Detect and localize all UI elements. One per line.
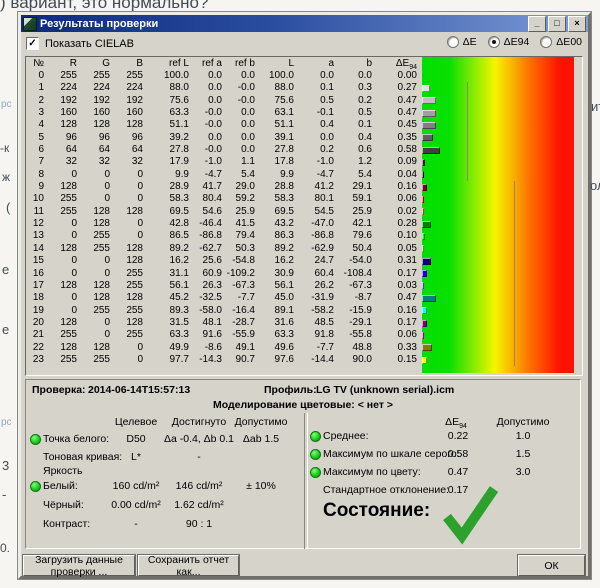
de-column-header: ΔE94 [445,416,467,430]
radio-delta-e[interactable]: ΔE [447,36,477,48]
delta-e-column-header: ΔE94 [374,57,419,70]
max-gray-status-icon [310,449,321,460]
background-text-fragment: - [2,487,6,502]
delta-e-bar [422,159,425,166]
profile-value: LG TV (unknown serial).icm [316,384,454,396]
minimize-button[interactable]: _ [528,16,546,32]
whitepoint-status-icon [30,434,41,445]
app-icon [23,17,37,31]
show-cielab-label: Показать CIELAB [45,38,134,50]
delta-e-bar [422,196,424,203]
show-cielab-checkbox[interactable]: ✓ Показать CIELAB [26,37,134,50]
profile-label: Профиль: [264,384,317,396]
allowed-column-header: Допустимо [497,416,550,428]
tone-curve-label: Тоновая кривая: [43,451,122,463]
delta-e-bar [422,282,424,289]
black-label: Чёрный: [43,499,84,511]
radio-delta-e00[interactable]: ΔE00 [540,36,582,48]
delta-e-bar [422,171,424,178]
summary-divider [304,413,308,549]
background-text-fragment: 3 [2,458,9,473]
radio-delta-e94[interactable]: ΔE94 [488,36,530,48]
col-header-target: Целевое [115,416,157,428]
background-text-fragment: -к [0,141,9,155]
std-dev-label: Стандартное отклонение: [323,484,449,496]
delta-e-bar [422,307,427,314]
white-status-icon [30,481,41,492]
delta-e-bar [422,320,427,327]
delta-e-bar [422,233,425,240]
average-label: Среднее: [323,430,369,442]
delta-e-bar [422,147,440,154]
background-text-fragment: ит [591,99,600,114]
delta-e-bar [422,332,424,339]
max-gray-label: Максимум по шкале серого: [323,448,460,460]
max-color-status-icon [310,467,321,478]
verification-results-dialog: Результаты проверки _ □ × ✓ Показать CIE… [18,12,591,579]
col-header-allowed: Допустимо [235,416,288,428]
summary-panel: Проверка: 2014-06-14T15:57:13 Профиль: L… [25,379,581,549]
average-status-icon [310,431,321,442]
delta-e-bar [422,245,424,252]
check-timestamp: 2014-06-14T15:57:13 [88,384,190,396]
simulation-line: Моделирование цветовые: < нет > [26,399,580,411]
color-tolerance-line [514,181,515,366]
simulation-value: < нет > [358,399,393,411]
load-check-data-button[interactable]: Загрузить данные проверки ... [23,555,135,576]
delta-e-radio-group: ΔE ΔE94 ΔE00 [447,36,582,48]
luminance-section-label: Яркость [43,465,83,477]
delta-e-bar [422,357,427,364]
delta-e-bar [422,184,427,191]
ok-button[interactable]: ОК [518,555,585,576]
radio-circle-selected-icon[interactable] [488,36,500,48]
col-header-achieved: Достигнуто [172,416,226,428]
close-button[interactable]: × [568,16,586,32]
checkbox-check-icon[interactable]: ✓ [26,37,39,50]
grayscale-tolerance-line [467,82,468,181]
results-table: № R G B ref L ref a ref b L a b ΔE94 025… [25,56,583,376]
radio-circle-icon[interactable] [447,36,459,48]
delta-e-bar [422,295,436,302]
delta-e-bar [422,344,432,351]
status-check-icon [438,484,502,546]
delta-e-bar [422,97,436,104]
dialog-titlebar[interactable]: Результаты проверки _ □ × [21,15,588,32]
white-label: Белый: [43,480,78,492]
background-text-fragment: ( [6,200,10,215]
background-text-fragment: 0. [0,541,10,555]
background-text-fragment: ж [2,170,10,184]
background-page: ) вариант, это нормально? Результаты про… [0,0,600,588]
dialog-title: Результаты проверки [40,18,158,30]
delta-e-bar [422,85,430,92]
status-label: Состояние: [323,500,430,522]
delta-e-bar [422,270,427,277]
simulation-label: Моделирование цветовые: [213,399,355,411]
maximize-button[interactable]: □ [548,16,566,32]
delta-e-bar [422,258,431,265]
save-report-button[interactable]: Сохранить отчет как... [138,555,239,576]
background-text-fragment: ол [590,178,600,193]
background-text-fragment: е [2,262,9,277]
whitepoint-label: Точка белого: [43,433,109,445]
delta-e-bar [422,122,436,129]
radio-circle-icon[interactable] [540,36,552,48]
background-text-fragment: рс [1,99,12,110]
background-text-fragment: рс [1,417,12,428]
max-color-label: Максимум по цвету: [323,466,421,478]
check-label: Проверка: [32,384,86,396]
delta-e-bar [422,221,431,228]
contrast-label: Контраст: [43,518,90,530]
background-text-fragment: е [2,322,9,337]
delta-e-bar [422,208,424,215]
delta-e-strip [422,57,574,373]
delta-e-bar [422,134,433,141]
delta-e-bar [422,110,436,117]
